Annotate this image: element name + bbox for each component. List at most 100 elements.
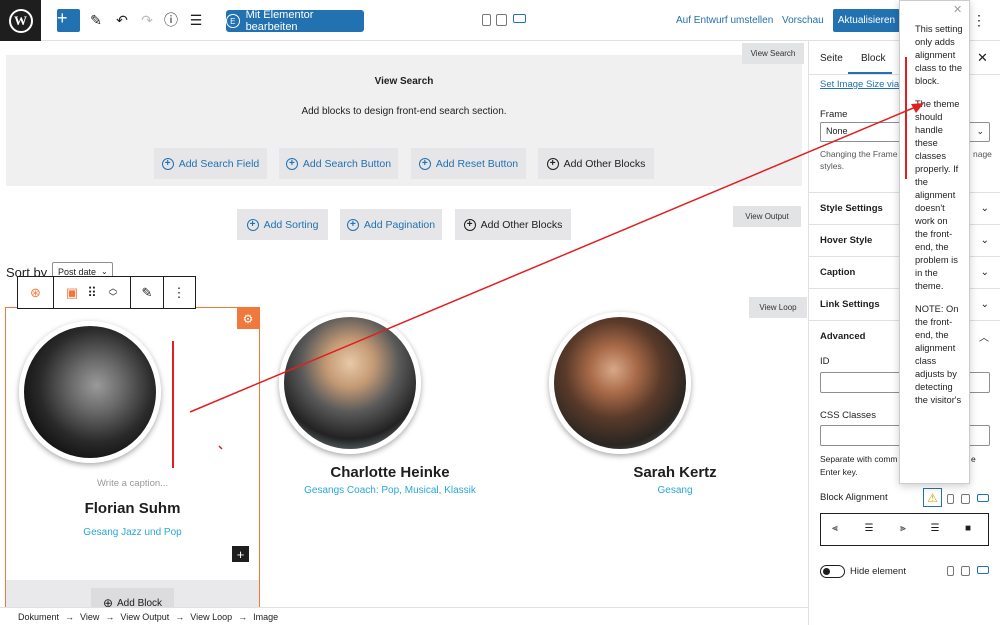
plus-circle-icon: + xyxy=(161,157,174,170)
avatar xyxy=(279,312,421,454)
switch-to-draft-link[interactable]: Auf Entwurf umstellen xyxy=(676,15,773,26)
panel-title: Hover Style xyxy=(820,235,873,246)
tablet-icon[interactable] xyxy=(961,494,970,504)
view-search-tag[interactable]: View Search xyxy=(742,43,804,64)
plus-circle-icon: + xyxy=(546,157,559,170)
update-button[interactable]: Aktualisieren xyxy=(833,9,900,32)
align-wide-icon[interactable]: ☰ xyxy=(926,519,944,537)
chevron-up-icon: ︿ xyxy=(979,333,989,344)
panel-title: Style Settings xyxy=(820,203,883,214)
person-name: Sarah Kertz xyxy=(633,464,717,481)
info-icon[interactable]: ⓘ xyxy=(161,10,181,30)
redo-icon[interactable]: ↷ xyxy=(137,10,157,30)
breadcrumb-item[interactable]: View Output xyxy=(120,612,169,622)
tab-page[interactable]: Seite xyxy=(820,53,843,64)
add-other-blocks-button[interactable]: + Add Other Blocks xyxy=(455,209,571,240)
mobile-icon[interactable] xyxy=(947,566,954,576)
css-help-text: e xyxy=(971,454,976,464)
view-loop-tag[interactable]: View Loop xyxy=(749,297,807,318)
block-alignment-label: Block Alignment xyxy=(820,492,888,503)
warning-icon[interactable]: ⚠ xyxy=(923,488,942,507)
chevron-down-icon: ⌄ xyxy=(980,235,989,246)
red-marker-line xyxy=(905,57,907,179)
wordpress-logo-icon[interactable]: W xyxy=(0,0,41,41)
add-search-field-button[interactable]: + Add Search Field xyxy=(154,148,267,179)
toolset-icon[interactable]: ⊛ xyxy=(18,277,54,308)
section-subtitle: Add blocks to design front-end search se… xyxy=(301,106,507,117)
edit-with-elementor-button[interactable]: E Mit Elementor bearbeiten xyxy=(226,9,364,33)
add-sorting-button[interactable]: + Add Sorting xyxy=(237,209,328,240)
view-output-tag[interactable]: View Output xyxy=(733,206,801,227)
tab-block[interactable]: Block xyxy=(861,53,885,64)
gear-icon[interactable]: ⚙ xyxy=(237,308,259,329)
tooltip-text: NOTE: On the front-end, the alignment cl… xyxy=(915,304,962,405)
add-reset-button-button[interactable]: + Add Reset Button xyxy=(411,148,526,179)
chevron-down-icon: ⌄ xyxy=(980,299,989,310)
elementor-button-label: Mit Elementor bearbeiten xyxy=(245,9,314,33)
image-size-link[interactable]: Set Image Size via C xyxy=(820,79,909,90)
breadcrumb-item[interactable]: View Loop xyxy=(190,612,232,622)
red-marker-line xyxy=(172,341,174,468)
button-label: Add Other Blocks xyxy=(563,157,646,170)
frame-help-text: Changing the Frame xyxy=(820,149,898,159)
mobile-icon[interactable] xyxy=(482,14,491,26)
more-vert-icon[interactable]: ⋮ xyxy=(972,12,986,29)
chevron-down-icon: ⌄ xyxy=(101,267,108,276)
arrow-right-icon: → xyxy=(175,611,185,622)
arrow-right-icon: → xyxy=(105,611,115,622)
align-left-icon[interactable]: ⫷ xyxy=(826,519,844,537)
add-block-button[interactable]: + xyxy=(57,9,80,32)
preview-link[interactable]: Vorschau xyxy=(782,15,824,26)
drag-handle-icon[interactable]: ⠿ xyxy=(84,277,100,308)
pencil-icon[interactable]: ✎ xyxy=(86,10,106,30)
add-pagination-button[interactable]: + Add Pagination xyxy=(340,209,442,240)
id-label: ID xyxy=(820,356,830,367)
mobile-icon[interactable] xyxy=(947,494,954,504)
tablet-icon[interactable] xyxy=(496,14,507,26)
align-right-icon[interactable]: ⫸ xyxy=(894,519,912,537)
person-name: Charlotte Heinke xyxy=(330,464,450,481)
person-role: Gesangs Coach: Pop, Musical, Klassik xyxy=(304,485,476,496)
align-center-icon[interactable]: ☰ xyxy=(860,519,878,537)
person-role: Gesang Jazz und Pop xyxy=(83,527,182,538)
chevron-down-icon: ⌄ xyxy=(980,203,989,214)
tablet-icon[interactable] xyxy=(961,566,970,576)
frame-label: Frame xyxy=(820,109,848,120)
panel-title: Advanced xyxy=(820,331,866,342)
sort-select-value: Post date xyxy=(58,266,97,277)
list-view-icon[interactable]: ☰ xyxy=(186,10,206,30)
desktop-icon[interactable] xyxy=(977,494,989,502)
button-label: Add Search Field xyxy=(178,157,260,170)
avatar[interactable] xyxy=(19,321,161,463)
panel-title: Caption xyxy=(820,267,856,278)
move-arrows-icon[interactable]: ︿ ﹀ xyxy=(104,277,122,308)
close-icon[interactable]: ✕ xyxy=(977,50,988,66)
desktop-icon[interactable] xyxy=(513,14,526,23)
hide-element-label: Hide element xyxy=(850,566,906,577)
arrow-right-icon: → xyxy=(238,611,248,622)
pencil-icon[interactable]: ✎ xyxy=(130,277,164,308)
undo-icon[interactable]: ↶ xyxy=(112,10,132,30)
add-other-blocks-button[interactable]: + Add Other Blocks xyxy=(538,148,654,179)
chevron-down-icon: ⌄ xyxy=(980,267,989,278)
plus-circle-icon: + xyxy=(463,218,476,231)
align-full-icon[interactable]: ■ xyxy=(959,519,977,537)
frame-help-text: nage xyxy=(973,149,992,159)
chevron-down-icon: ⌄ xyxy=(976,126,984,136)
plus-circle-icon: + xyxy=(246,218,259,231)
breadcrumb-item[interactable]: View xyxy=(80,612,99,622)
button-label: Add Other Blocks xyxy=(480,218,563,231)
top-toolbar: W + ✎ ↶ ↷ ⓘ ☰ E Mit Elementor bearbeiten… xyxy=(0,0,1000,41)
caption-placeholder[interactable]: Write a caption... xyxy=(97,478,168,489)
hide-element-toggle[interactable] xyxy=(820,565,845,578)
breadcrumb-item[interactable]: Dokument xyxy=(18,612,59,622)
desktop-icon[interactable] xyxy=(977,566,989,574)
person-name: Florian Suhm xyxy=(84,500,181,517)
more-vert-icon[interactable]: ⋮ xyxy=(168,277,190,308)
add-search-button-button[interactable]: + Add Search Button xyxy=(279,148,398,179)
image-icon[interactable]: ▣ xyxy=(62,277,82,308)
close-icon[interactable]: ✕ xyxy=(953,3,962,16)
button-label: Add Pagination xyxy=(363,218,436,231)
plus-circle-icon: + xyxy=(346,218,359,231)
add-block-icon[interactable]: + xyxy=(232,546,249,562)
